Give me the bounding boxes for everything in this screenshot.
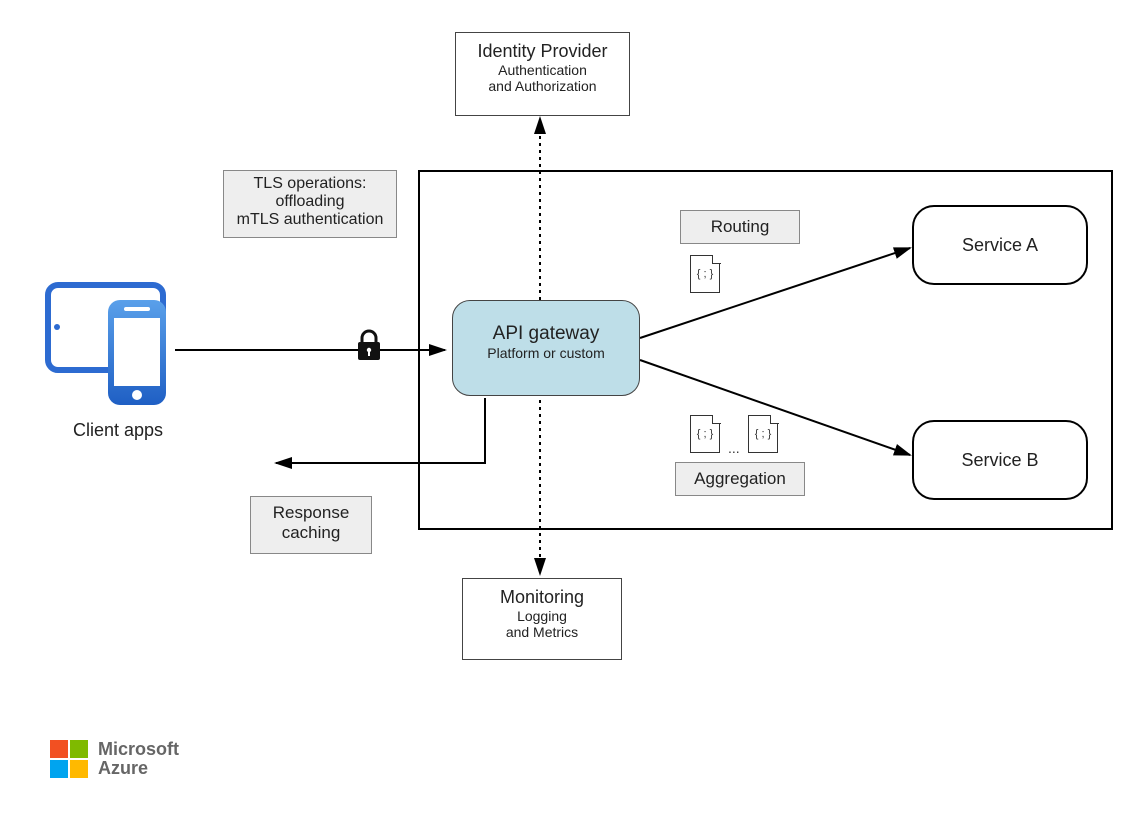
aggregation-label: Aggregation <box>694 469 786 488</box>
file-icon-curly-1: { ; } <box>691 428 719 440</box>
response-caching-line2: caching <box>251 523 371 543</box>
logo-line2: Azure <box>98 759 179 778</box>
client-devices-icon <box>48 285 166 405</box>
diagram-stage: Identity Provider Authentication and Aut… <box>0 0 1133 826</box>
service-b-node: Service B <box>912 420 1088 500</box>
tls-line3: mTLS authentication <box>224 211 396 229</box>
service-b-label: Service B <box>961 450 1038 471</box>
file-icon-routing: { ; } <box>690 255 720 293</box>
aggregation-ellipsis: ... <box>728 440 740 456</box>
api-gateway-node: API gateway Platform or custom <box>452 300 640 396</box>
identity-provider-title: Identity Provider <box>456 41 629 62</box>
logo-line1: Microsoft <box>98 740 179 759</box>
client-apps-label: Client apps <box>58 420 178 441</box>
identity-provider-box: Identity Provider Authentication and Aut… <box>455 32 630 116</box>
monitoring-title: Monitoring <box>463 587 621 608</box>
service-a-node: Service A <box>912 205 1088 285</box>
file-icon-aggregation-2: { ; } <box>748 415 778 453</box>
routing-label-box: Routing <box>680 210 800 244</box>
monitoring-line1: Logging <box>463 608 621 624</box>
file-icon-aggregation-1: { ; } <box>690 415 720 453</box>
microsoft-logo-icon <box>50 740 88 778</box>
monitoring-box: Monitoring Logging and Metrics <box>462 578 622 660</box>
tls-line2: offloading <box>224 193 396 211</box>
file-icon-curly: { ; } <box>691 268 719 280</box>
identity-provider-line2: and Authorization <box>456 78 629 94</box>
aggregation-label-box: Aggregation <box>675 462 805 496</box>
lock-icon <box>358 331 380 360</box>
response-caching-line1: Response <box>251 503 371 523</box>
gateway-subtitle: Platform or custom <box>453 345 639 361</box>
gateway-title: API gateway <box>453 323 639 345</box>
azure-logo: Microsoft Azure <box>50 740 179 778</box>
tls-operations-box: TLS operations: offloading mTLS authenti… <box>223 170 397 238</box>
file-icon-curly-2: { ; } <box>749 428 777 440</box>
monitoring-line2: and Metrics <box>463 624 621 640</box>
service-a-label: Service A <box>962 235 1038 256</box>
response-caching-box: Response caching <box>250 496 372 554</box>
routing-label: Routing <box>711 217 770 236</box>
identity-provider-line1: Authentication <box>456 62 629 78</box>
tls-line1: TLS operations: <box>224 175 396 193</box>
